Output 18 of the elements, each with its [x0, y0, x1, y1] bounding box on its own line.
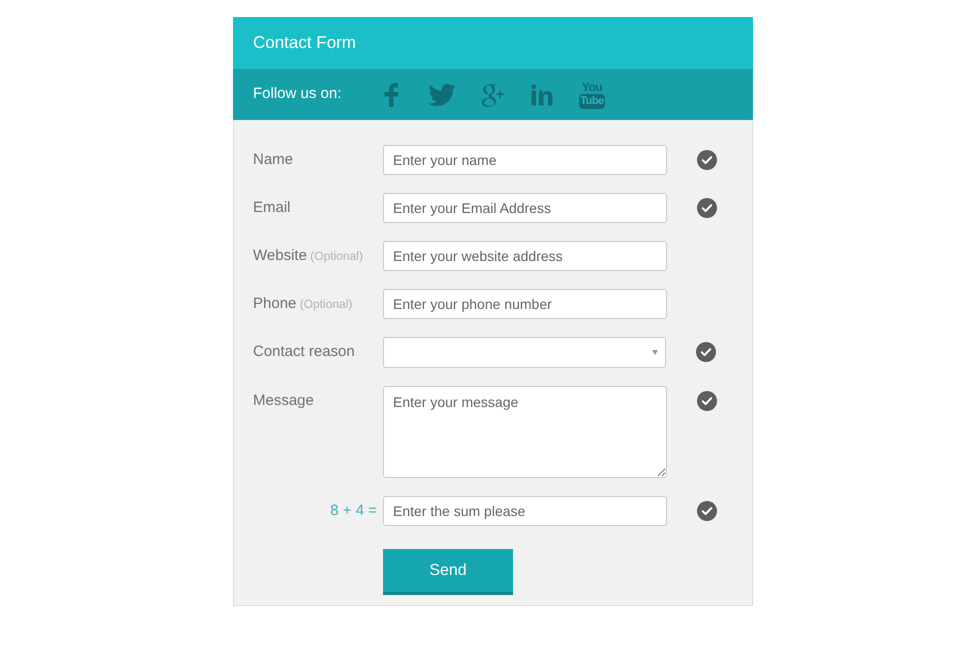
field-label: Phone (Optional) — [253, 294, 352, 314]
field-label: Contact reason — [253, 342, 355, 362]
field-label: Message — [253, 390, 314, 411]
text-field[interactable]: Enter your Email Address — [383, 193, 667, 223]
text-field[interactable]: Enter your website address — [383, 241, 667, 271]
field-label: Website (Optional) — [253, 246, 363, 266]
follow-label: Follow us on: — [253, 84, 342, 104]
text-field[interactable]: Enter the sum please — [383, 496, 667, 526]
text-field[interactable]: Enter your name — [383, 145, 667, 175]
field-label: Email — [253, 198, 291, 218]
message-field[interactable]: Enter your message — [383, 386, 667, 478]
form-title: Contact Form — [253, 32, 356, 54]
send-button[interactable]: Send — [383, 549, 513, 595]
field-label: Name — [253, 150, 294, 170]
caret-icon — [652, 350, 658, 355]
text-field[interactable]: Enter your phone number — [383, 289, 667, 319]
sum-question: 8 + 4 = — [330, 500, 377, 521]
dropdown-field[interactable] — [383, 337, 666, 368]
